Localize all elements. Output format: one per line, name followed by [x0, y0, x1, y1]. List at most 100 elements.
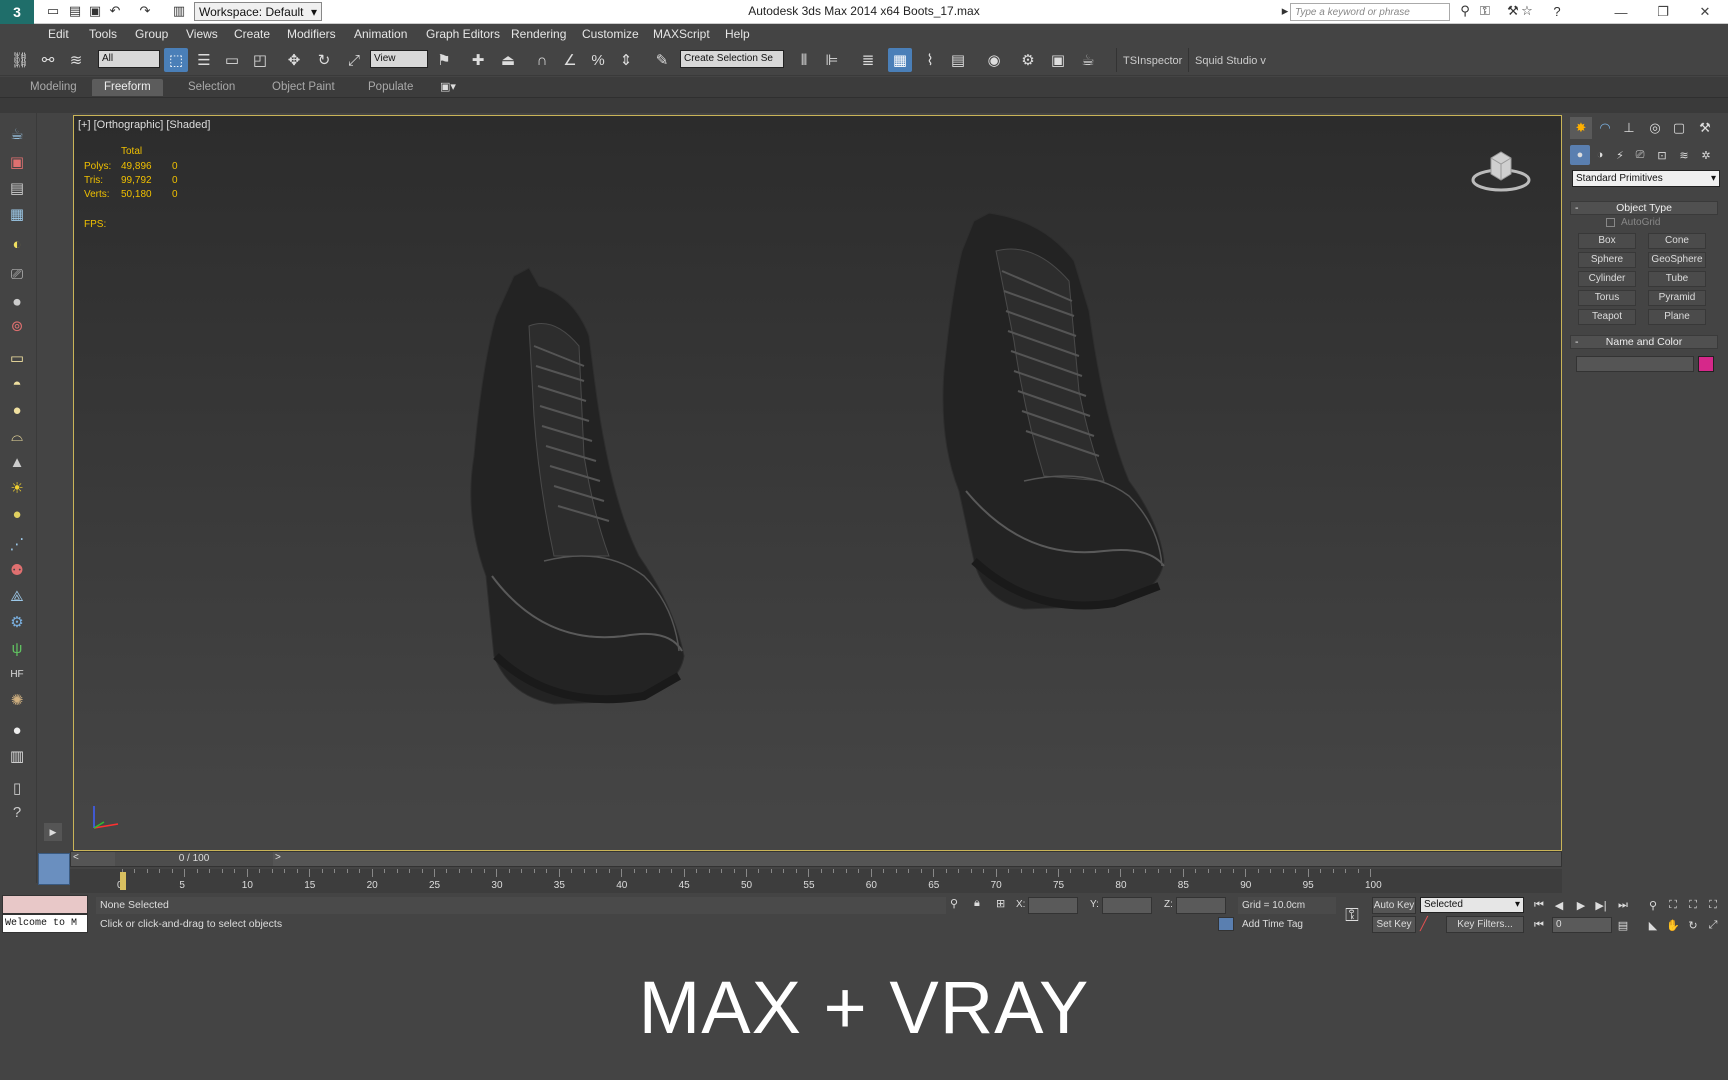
- selection-filter-dropdown[interactable]: All: [98, 50, 160, 68]
- tsinspector-button[interactable]: TSInspector: [1116, 48, 1188, 72]
- menu-animation[interactable]: Animation: [350, 26, 411, 42]
- modify-tab-icon[interactable]: ◠: [1594, 117, 1616, 139]
- named-selection-set-dropdown[interactable]: Create Selection Se: [680, 50, 784, 68]
- viewport-layout-icon[interactable]: [38, 853, 70, 885]
- go-to-start-icon[interactable]: ⏮: [1530, 897, 1548, 913]
- geosphere-button[interactable]: GeoSphere: [1648, 252, 1706, 268]
- time-slider[interactable]: < 0 / 100 >: [70, 851, 1562, 867]
- key-icon[interactable]: ⚿: [1476, 2, 1494, 20]
- cameras-icon[interactable]: ⎚: [1630, 145, 1650, 165]
- teapot-button[interactable]: Teapot: [1578, 309, 1636, 325]
- reel-icon[interactable]: ⊚: [4, 313, 30, 339]
- tab-selection[interactable]: Selection: [176, 79, 247, 96]
- edit-named-selection-icon[interactable]: ✎: [650, 48, 674, 72]
- snaps-toggle-icon[interactable]: ∩: [530, 48, 554, 72]
- chevron-left-icon[interactable]: <: [73, 852, 79, 863]
- pyramid-button[interactable]: Pyramid: [1648, 290, 1706, 306]
- menu-tools[interactable]: Tools: [85, 26, 121, 42]
- sun-icon[interactable]: ☀: [4, 475, 30, 501]
- previous-frame-icon[interactable]: ◀: [1550, 897, 1568, 913]
- menu-edit[interactable]: Edit: [44, 26, 73, 42]
- minimize-icon[interactable]: —: [1606, 0, 1636, 24]
- sphere-button[interactable]: Sphere: [1578, 252, 1636, 268]
- geometry-icon[interactable]: ●: [1570, 145, 1590, 165]
- menu-customize[interactable]: Customize: [578, 26, 643, 42]
- box-button[interactable]: Box: [1578, 233, 1636, 249]
- material-editor-icon[interactable]: ◉: [982, 48, 1006, 72]
- camera-icon[interactable]: ⎚: [4, 261, 30, 287]
- video-camera-icon[interactable]: ⏺: [4, 289, 30, 315]
- menu-create[interactable]: Create: [230, 26, 274, 42]
- menu-help[interactable]: Help: [721, 26, 754, 42]
- time-configuration-icon[interactable]: ▤: [1614, 917, 1632, 933]
- auto-key-button[interactable]: Auto Key: [1372, 897, 1416, 914]
- object-color-swatch[interactable]: [1698, 356, 1714, 372]
- key-filters-button[interactable]: Key Filters...: [1446, 916, 1524, 933]
- shapes-icon[interactable]: ◑: [1590, 145, 1610, 165]
- new-file-icon[interactable]: ▭: [44, 2, 62, 20]
- window-crossing-icon[interactable]: ◰: [248, 48, 272, 72]
- teapot-icon[interactable]: ☕: [4, 121, 30, 147]
- squid-studio-button[interactable]: Squid Studio v: [1188, 48, 1272, 72]
- select-object-icon[interactable]: ⬚: [164, 48, 188, 72]
- create-tab-icon[interactable]: ✸: [1570, 117, 1592, 139]
- time-slider-thumb[interactable]: 0 / 100: [115, 852, 273, 866]
- layer-manager-icon[interactable]: ≣: [856, 48, 880, 72]
- angle-snap-icon[interactable]: ∠: [558, 48, 582, 72]
- curve-editor-icon[interactable]: ⌇: [918, 48, 942, 72]
- bind-space-warp-icon[interactable]: ≋: [64, 48, 88, 72]
- hair-fur-icon[interactable]: HF: [4, 661, 30, 687]
- time-tag-icon[interactable]: [1218, 917, 1234, 931]
- maximize-viewport-icon[interactable]: ⤢: [1704, 917, 1722, 933]
- absolute-mode-icon[interactable]: ⊞: [996, 897, 1005, 910]
- fur-ball-icon[interactable]: ✺: [4, 687, 30, 713]
- keyboard-shortcut-icon[interactable]: ⏏: [496, 48, 520, 72]
- orbit-icon[interactable]: ↻: [1684, 917, 1702, 933]
- cone-light-icon[interactable]: ▲: [4, 449, 30, 475]
- binoculars-icon[interactable]: ⚲: [1456, 2, 1474, 20]
- autogrid-checkbox[interactable]: AutoGrid: [1606, 217, 1660, 228]
- next-frame-icon[interactable]: ▶|: [1592, 897, 1610, 913]
- set-key-toggle-icon[interactable]: ╱: [1420, 916, 1442, 933]
- particle-icon[interactable]: ⚉: [4, 557, 30, 583]
- isolate-selection-icon[interactable]: ⚲: [950, 897, 958, 910]
- favorites-star-icon[interactable]: ☆: [1518, 2, 1536, 20]
- render-production-icon[interactable]: ☕: [1076, 48, 1100, 72]
- boot-right-model[interactable]: [914, 191, 1254, 661]
- object-type-rollout[interactable]: - Object Type: [1570, 201, 1718, 215]
- select-by-name-icon[interactable]: ☰: [192, 48, 216, 72]
- grass-icon[interactable]: ψ: [4, 635, 30, 661]
- zoom-extents-all-icon[interactable]: ⛶: [1704, 897, 1722, 913]
- current-frame-field[interactable]: 0: [1552, 917, 1612, 933]
- scale-icon[interactable]: ⤢: [342, 48, 366, 72]
- add-time-tag[interactable]: Add Time Tag: [1240, 916, 1305, 933]
- link-icon[interactable]: ⛓: [8, 48, 32, 72]
- restore-icon[interactable]: ❐: [1648, 0, 1678, 24]
- move-icon[interactable]: ✥: [282, 48, 306, 72]
- cylinder-button[interactable]: Cylinder: [1578, 271, 1636, 287]
- menu-rendering[interactable]: Rendering: [507, 26, 570, 42]
- zoom-all-icon[interactable]: ⛶: [1664, 897, 1682, 913]
- utilities-tab-icon[interactable]: ⚒: [1694, 117, 1716, 139]
- zoom-icon[interactable]: ⚲: [1644, 897, 1662, 913]
- motion-tab-icon[interactable]: ◎: [1644, 117, 1666, 139]
- play-icon[interactable]: ▶: [44, 823, 62, 841]
- render-icon[interactable]: ▣: [4, 149, 30, 175]
- percent-snap-icon[interactable]: %: [586, 48, 610, 72]
- search-input[interactable]: Type a keyword or phrase: [1290, 3, 1450, 21]
- maxscript-listener[interactable]: Welcome to M: [2, 895, 88, 933]
- plane-icon[interactable]: ▭: [4, 345, 30, 371]
- torus-button[interactable]: Torus: [1578, 290, 1636, 306]
- light-bulb-icon[interactable]: ◐: [4, 231, 30, 257]
- menu-graph-editors[interactable]: Graph Editors: [422, 26, 504, 42]
- key-mode-toggle-icon[interactable]: ⏮: [1530, 917, 1548, 933]
- key-mode-dropdown[interactable]: Selected ▾: [1420, 897, 1524, 913]
- table-icon[interactable]: ▦: [4, 201, 30, 227]
- align-icon[interactable]: ⊫: [820, 48, 844, 72]
- systems-icon[interactable]: ✲: [1696, 145, 1716, 165]
- save-file-icon[interactable]: ▣: [86, 2, 104, 20]
- hemisphere-icon[interactable]: ◓: [4, 371, 30, 397]
- tab-modeling[interactable]: Modeling: [18, 79, 89, 96]
- app-logo-icon[interactable]: 3: [0, 0, 34, 24]
- ribbon-options-icon[interactable]: ▣▾: [440, 80, 456, 93]
